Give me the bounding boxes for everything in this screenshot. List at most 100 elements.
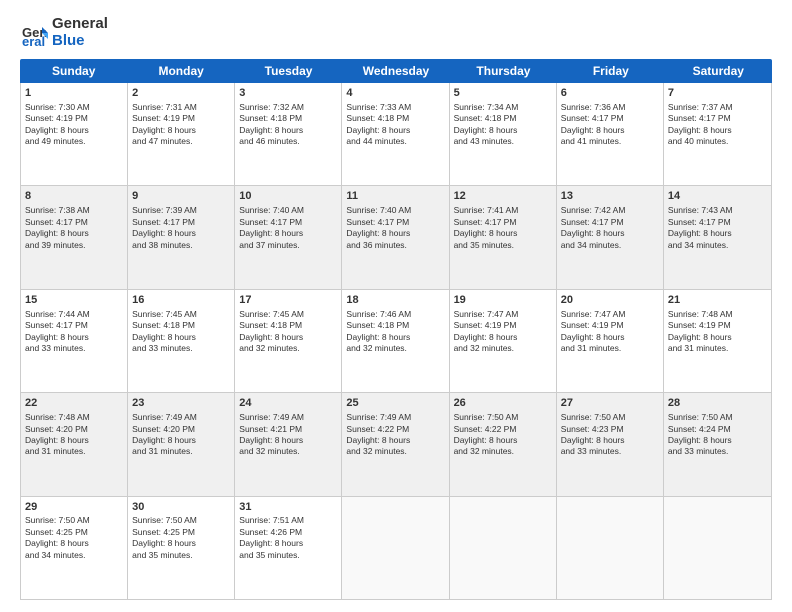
day-info-line: Sunset: 4:17 PM <box>668 113 767 124</box>
empty-cell <box>342 497 449 599</box>
day-cell: 15Sunrise: 7:44 AMSunset: 4:17 PMDayligh… <box>21 290 128 392</box>
day-number: 30 <box>132 500 230 515</box>
day-info-line: and 47 minutes. <box>132 136 230 147</box>
day-cell: 30Sunrise: 7:50 AMSunset: 4:25 PMDayligh… <box>128 497 235 599</box>
day-info-line: Sunset: 4:17 PM <box>25 217 123 228</box>
day-cell: 29Sunrise: 7:50 AMSunset: 4:25 PMDayligh… <box>21 497 128 599</box>
day-cell: 8Sunrise: 7:38 AMSunset: 4:17 PMDaylight… <box>21 186 128 288</box>
day-cell: 31Sunrise: 7:51 AMSunset: 4:26 PMDayligh… <box>235 497 342 599</box>
day-info-line: Sunrise: 7:41 AM <box>454 205 552 216</box>
day-number: 9 <box>132 189 230 204</box>
day-info-line: and 31 minutes. <box>132 446 230 457</box>
day-info-line: Sunset: 4:22 PM <box>346 424 444 435</box>
day-number: 11 <box>346 189 444 204</box>
day-info-line: Sunset: 4:20 PM <box>132 424 230 435</box>
empty-cell <box>450 497 557 599</box>
day-info-line: Daylight: 8 hours <box>346 228 444 239</box>
day-info-line: and 49 minutes. <box>25 136 123 147</box>
day-info-line: Sunrise: 7:40 AM <box>346 205 444 216</box>
day-info-line: Sunset: 4:19 PM <box>668 320 767 331</box>
day-info-line: Sunset: 4:17 PM <box>668 217 767 228</box>
day-info-line: Daylight: 8 hours <box>239 538 337 549</box>
header-day: Saturday <box>665 59 772 83</box>
day-number: 1 <box>25 86 123 101</box>
day-info-line: Sunrise: 7:31 AM <box>132 102 230 113</box>
day-info-line: Daylight: 8 hours <box>25 538 123 549</box>
day-info-line: Sunset: 4:19 PM <box>132 113 230 124</box>
day-cell: 20Sunrise: 7:47 AMSunset: 4:19 PMDayligh… <box>557 290 664 392</box>
day-number: 23 <box>132 396 230 411</box>
day-info-line: Sunset: 4:17 PM <box>561 217 659 228</box>
day-info-line: Sunrise: 7:51 AM <box>239 515 337 526</box>
day-cell: 22Sunrise: 7:48 AMSunset: 4:20 PMDayligh… <box>21 393 128 495</box>
day-info-line: Sunrise: 7:40 AM <box>239 205 337 216</box>
header-day: Sunday <box>20 59 127 83</box>
day-info-line: Sunrise: 7:44 AM <box>25 309 123 320</box>
day-info-line: Sunset: 4:18 PM <box>132 320 230 331</box>
day-info-line: and 32 minutes. <box>239 343 337 354</box>
calendar-week: 1Sunrise: 7:30 AMSunset: 4:19 PMDaylight… <box>21 83 771 186</box>
day-info-line: Sunrise: 7:43 AM <box>668 205 767 216</box>
svg-text:eral: eral <box>22 34 45 47</box>
day-info-line: and 32 minutes. <box>454 446 552 457</box>
day-info-line: Sunrise: 7:46 AM <box>346 309 444 320</box>
day-info-line: and 32 minutes. <box>346 343 444 354</box>
day-info-line: and 33 minutes. <box>668 446 767 457</box>
day-info-line: and 31 minutes. <box>668 343 767 354</box>
day-info-line: Sunrise: 7:50 AM <box>25 515 123 526</box>
calendar-week: 15Sunrise: 7:44 AMSunset: 4:17 PMDayligh… <box>21 290 771 393</box>
day-info-line: Daylight: 8 hours <box>346 435 444 446</box>
day-info-line: Sunrise: 7:47 AM <box>454 309 552 320</box>
day-number: 5 <box>454 86 552 101</box>
day-info-line: Sunset: 4:17 PM <box>454 217 552 228</box>
day-info-line: Sunrise: 7:48 AM <box>25 412 123 423</box>
day-cell: 11Sunrise: 7:40 AMSunset: 4:17 PMDayligh… <box>342 186 449 288</box>
day-info-line: Sunrise: 7:34 AM <box>454 102 552 113</box>
day-info-line: Daylight: 8 hours <box>454 332 552 343</box>
day-number: 25 <box>346 396 444 411</box>
day-info-line: Sunrise: 7:49 AM <box>132 412 230 423</box>
day-info-line: Sunrise: 7:50 AM <box>132 515 230 526</box>
day-info-line: Sunrise: 7:36 AM <box>561 102 659 113</box>
day-info-line: Daylight: 8 hours <box>668 332 767 343</box>
day-info-line: Daylight: 8 hours <box>454 435 552 446</box>
day-info-line: Sunset: 4:25 PM <box>132 527 230 538</box>
day-info-line: and 33 minutes. <box>132 343 230 354</box>
day-info-line: Sunset: 4:17 PM <box>25 320 123 331</box>
day-info-line: Sunrise: 7:33 AM <box>346 102 444 113</box>
calendar-week: 22Sunrise: 7:48 AMSunset: 4:20 PMDayligh… <box>21 393 771 496</box>
day-info-line: Daylight: 8 hours <box>132 228 230 239</box>
day-number: 21 <box>668 293 767 308</box>
day-cell: 25Sunrise: 7:49 AMSunset: 4:22 PMDayligh… <box>342 393 449 495</box>
day-info-line: and 41 minutes. <box>561 136 659 147</box>
day-number: 27 <box>561 396 659 411</box>
day-info-line: and 46 minutes. <box>239 136 337 147</box>
day-info-line: Daylight: 8 hours <box>561 332 659 343</box>
day-info-line: and 44 minutes. <box>346 136 444 147</box>
calendar-week: 8Sunrise: 7:38 AMSunset: 4:17 PMDaylight… <box>21 186 771 289</box>
day-cell: 1Sunrise: 7:30 AMSunset: 4:19 PMDaylight… <box>21 83 128 185</box>
day-info-line: and 37 minutes. <box>239 240 337 251</box>
day-info-line: Daylight: 8 hours <box>346 332 444 343</box>
day-number: 2 <box>132 86 230 101</box>
day-info-line: Daylight: 8 hours <box>132 435 230 446</box>
day-info-line: Daylight: 8 hours <box>25 332 123 343</box>
day-info-line: and 31 minutes. <box>25 446 123 457</box>
day-number: 16 <box>132 293 230 308</box>
day-number: 3 <box>239 86 337 101</box>
empty-cell <box>664 497 771 599</box>
day-cell: 18Sunrise: 7:46 AMSunset: 4:18 PMDayligh… <box>342 290 449 392</box>
day-info-line: Daylight: 8 hours <box>668 125 767 136</box>
day-info-line: Daylight: 8 hours <box>239 332 337 343</box>
day-info-line: and 35 minutes. <box>239 550 337 561</box>
logo-line1: General <box>52 16 108 33</box>
calendar-page: Gen eral General Blue SundayMondayTuesda… <box>0 0 792 612</box>
day-info-line: and 39 minutes. <box>25 240 123 251</box>
day-info-line: and 35 minutes. <box>454 240 552 251</box>
day-info-line: Sunrise: 7:48 AM <box>668 309 767 320</box>
day-info-line: Daylight: 8 hours <box>239 435 337 446</box>
day-info-line: Sunrise: 7:50 AM <box>668 412 767 423</box>
day-number: 10 <box>239 189 337 204</box>
day-info-line: Sunset: 4:17 PM <box>239 217 337 228</box>
day-cell: 26Sunrise: 7:50 AMSunset: 4:22 PMDayligh… <box>450 393 557 495</box>
